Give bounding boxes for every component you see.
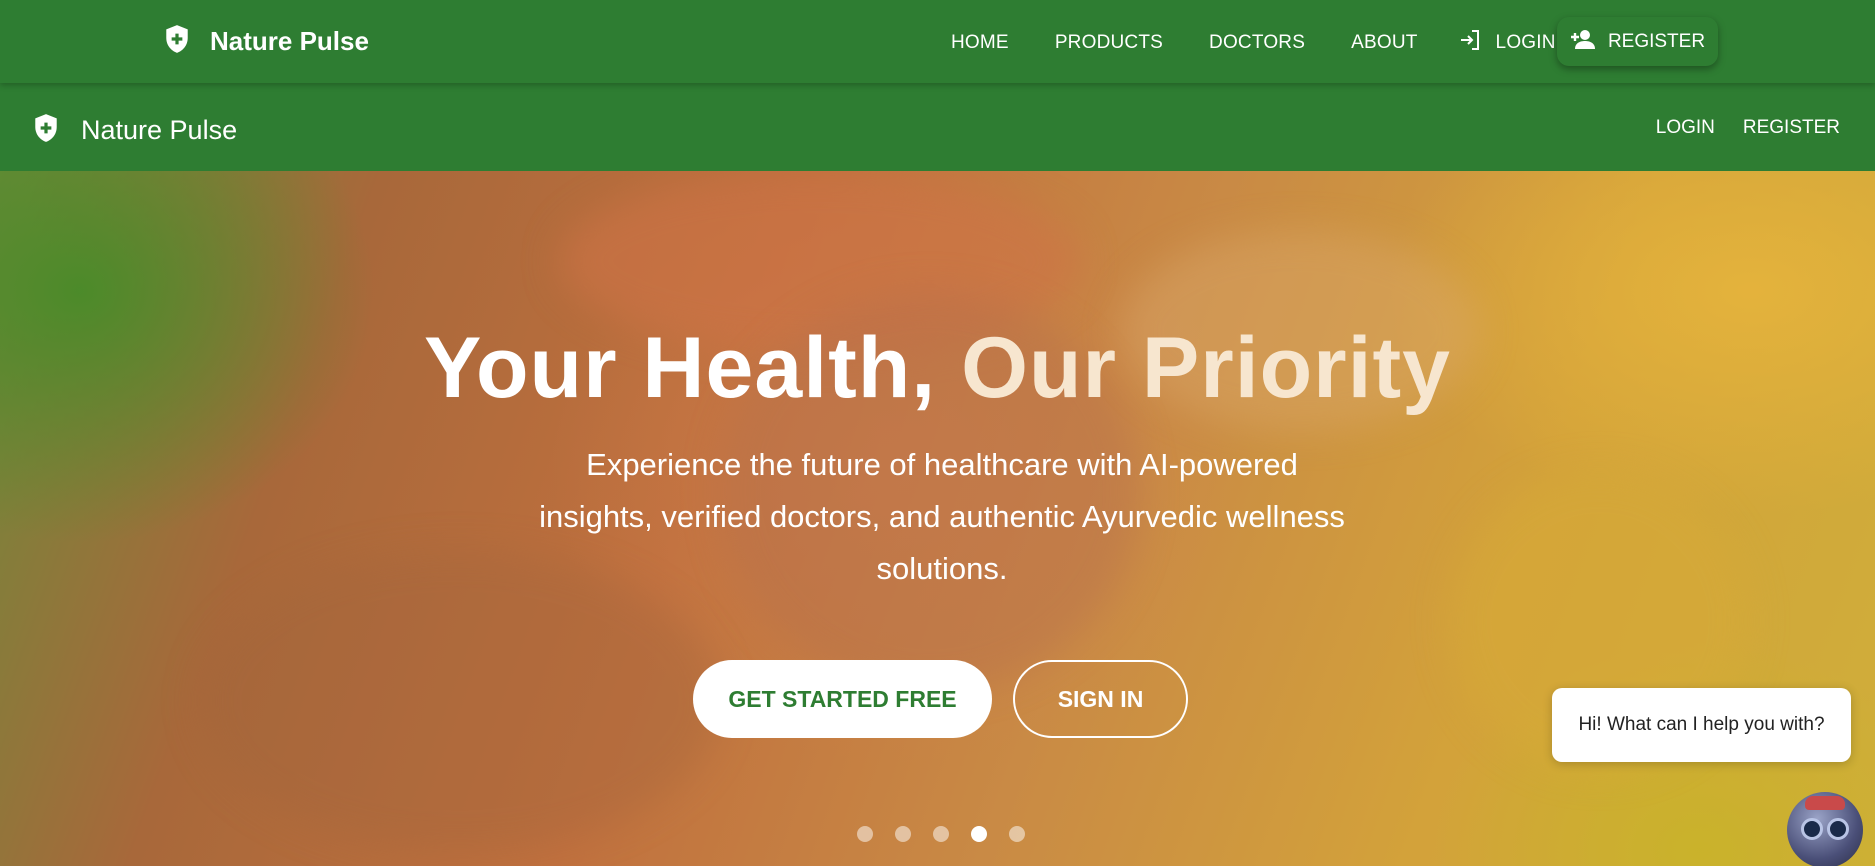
hero-headline-part1: Your Health,: [424, 320, 937, 416]
carousel-dot[interactable]: [933, 826, 949, 842]
register-button[interactable]: REGISTER: [1557, 17, 1718, 66]
app-bar-links: LOGIN REGISTER: [1656, 117, 1840, 139]
hero-headline: Your Health, Our Priority: [0, 319, 1875, 418]
app-bar-brand-name: Nature Pulse: [81, 115, 238, 145]
main-nav: HOME PRODUCTS DOCTORS ABOUT LOGIN: [951, 28, 1556, 58]
chatbot-hat: [1805, 796, 1845, 810]
shield-plus-icon: [33, 113, 59, 148]
chatbot-eye: [1827, 818, 1849, 840]
carousel-indicators: [857, 826, 1025, 842]
person-add-icon: [1570, 29, 1596, 55]
brand-logo[interactable]: Nature Pulse: [164, 24, 369, 59]
app-bar: Nature Pulse LOGIN REGISTER: [0, 83, 1875, 171]
nav-about[interactable]: ABOUT: [1351, 32, 1417, 54]
chatbot-avatar-icon[interactable]: [1787, 792, 1863, 866]
chat-greeting-bubble[interactable]: Hi! What can I help you with?: [1552, 688, 1851, 762]
carousel-dot[interactable]: [1009, 826, 1025, 842]
hero-headline-part2: Our Priority: [961, 320, 1451, 416]
get-started-button[interactable]: GET STARTED FREE: [693, 660, 992, 738]
nav-products[interactable]: PRODUCTS: [1055, 32, 1163, 54]
chatbot-eye: [1801, 818, 1823, 840]
carousel-dot[interactable]: [895, 826, 911, 842]
app-bar-register[interactable]: REGISTER: [1743, 117, 1840, 139]
login-icon: [1458, 28, 1482, 58]
chat-greeting-text: Hi! What can I help you with?: [1578, 714, 1825, 735]
hero-subtitle: Experience the future of healthcare with…: [539, 447, 1345, 586]
hero-background-shade: [200, 551, 720, 851]
register-button-label: REGISTER: [1607, 30, 1706, 52]
sign-in-button[interactable]: SIGN IN: [1013, 660, 1188, 738]
shield-plus-icon: [164, 24, 190, 59]
app-bar-brand[interactable]: Nature Pulse: [33, 113, 237, 148]
brand-name: Nature Pulse: [210, 26, 369, 56]
nav-login[interactable]: LOGIN: [1458, 28, 1556, 58]
carousel-dot[interactable]: [857, 826, 873, 842]
nav-login-label: LOGIN: [1495, 32, 1556, 53]
nav-doctors[interactable]: DOCTORS: [1209, 32, 1305, 54]
nav-home[interactable]: HOME: [951, 32, 1009, 54]
carousel-dot-active[interactable]: [971, 826, 987, 842]
top-navbar: Nature Pulse HOME PRODUCTS DOCTORS ABOUT…: [0, 0, 1875, 83]
app-bar-login[interactable]: LOGIN: [1656, 117, 1715, 139]
